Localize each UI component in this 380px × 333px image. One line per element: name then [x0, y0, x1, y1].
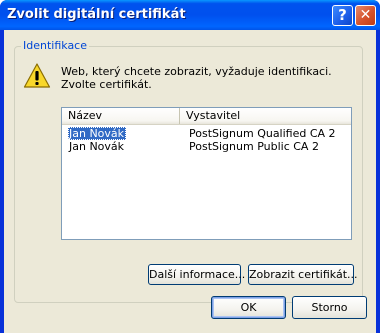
column-header-issuer[interactable]: Vystavitel	[180, 108, 351, 124]
window-title: Zvolit digitální certifikát	[7, 7, 186, 22]
group-legend: Identifikace	[21, 39, 89, 52]
cancel-button[interactable]: Storno	[292, 296, 367, 319]
warning-icon	[23, 63, 51, 88]
cert-name: Jan Novák	[69, 140, 125, 153]
dialog-window: Zvolit digitální certifikát ? ✕ Identifi…	[0, 0, 380, 333]
identification-group: Identifikace Web, který chcete zobrazit,…	[14, 39, 363, 303]
view-certificate-button[interactable]: Zobrazit certifikát...	[248, 264, 358, 285]
cert-name: Jan Novák	[68, 127, 127, 140]
help-button[interactable]: ?	[332, 5, 353, 26]
column-header-name[interactable]: Název	[62, 108, 180, 124]
list-item[interactable]: Jan Novák PostSignum Qualified CA 2	[62, 127, 351, 140]
message-line-2: Zvolte certifikát.	[61, 78, 152, 91]
certificate-list[interactable]: Název Vystavitel Jan Novák PostSignum Qu…	[61, 107, 352, 240]
list-header: Název Vystavitel	[62, 108, 351, 125]
close-button[interactable]: ✕	[355, 5, 376, 26]
cert-issuer: PostSignum Qualified CA 2	[189, 127, 336, 140]
dialog-body: Identifikace Web, který chcete zobrazit,…	[4, 30, 376, 333]
more-info-button[interactable]: Další informace...	[148, 264, 245, 285]
message-line-1: Web, který chcete zobrazit, vyžaduje ide…	[61, 65, 332, 78]
list-item[interactable]: Jan Novák PostSignum Public CA 2	[62, 140, 351, 153]
cert-issuer: PostSignum Public CA 2	[189, 140, 319, 153]
identification-message: Web, který chcete zobrazit, vyžaduje ide…	[61, 65, 332, 91]
title-bar[interactable]: Zvolit digitální certifikát ? ✕	[0, 0, 380, 30]
ok-button[interactable]: OK	[211, 296, 286, 319]
